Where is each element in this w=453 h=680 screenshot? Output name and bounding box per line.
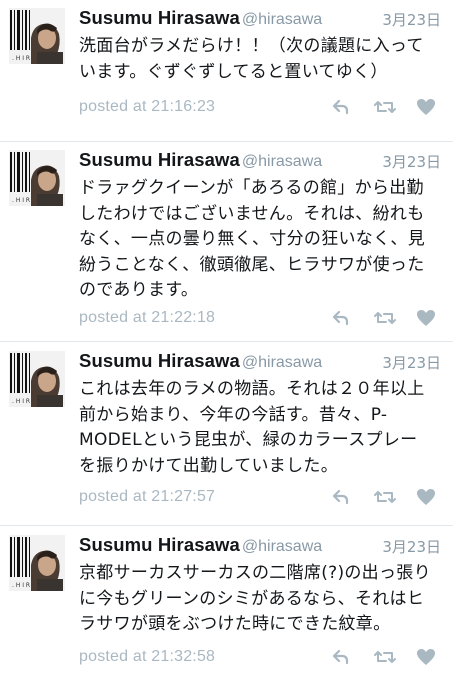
tweet[interactable]: . H I R Susumu Hirasawa @hirasawa 3月23日 こ… <box>0 343 453 525</box>
tweet-text: これは去年のラメの物語。それは２０年以上 前から始まり、今年の今話す。昔々、P- M… <box>79 377 447 479</box>
retweet-icon[interactable] <box>373 96 397 118</box>
posted-time: posted at 21:16:23 <box>79 98 216 115</box>
tweet-text-line: なく、一点の曇り無く、寸分の狂いなく、見 <box>79 229 425 249</box>
tweet-text-line: 洗面台がラメだらけ！！（次の議題に入って <box>79 36 424 56</box>
svg-text:. H I R: . H I R <box>12 398 30 405</box>
tweet-text-line: に今もグリーンのシミがあるなら、それはヒ <box>79 588 425 609</box>
tweet-text-line: 前から始まり、今年の今話す。昔々、P- <box>79 404 388 425</box>
tweet-footer: posted at 21:32:58 <box>79 646 441 670</box>
tweet[interactable]: . H I R Susumu Hirasawa @hirasawa 3月23日 ド… <box>0 142 453 341</box>
retweet-icon[interactable] <box>373 307 397 329</box>
reply-icon[interactable] <box>329 307 353 329</box>
tweet-text-line: います。ぐずぐずしてると置いてゆく） <box>79 61 388 82</box>
heart-icon[interactable] <box>414 646 438 668</box>
tweet-date[interactable]: 3月23日 <box>382 151 441 172</box>
tweet-text-line: を振りかけて出勤していました。 <box>79 455 338 476</box>
avatar[interactable]: . H I R <box>9 8 65 64</box>
tweet-date[interactable]: 3月23日 <box>382 352 441 373</box>
author-name[interactable]: Susumu Hirasawa <box>79 149 240 170</box>
author-name[interactable]: Susumu Hirasawa <box>79 350 240 371</box>
avatar[interactable]: . H I R <box>9 351 65 407</box>
tweet-text-line: 京都サーカスサーカスの二階席(?)の出っ張り <box>79 563 431 583</box>
reply-icon[interactable] <box>329 646 353 668</box>
tweet-header: Susumu Hirasawa @hirasawa 3月23日 <box>79 7 441 33</box>
tweet-text: 洗面台がラメだらけ！！（次の議題に入って います。ぐずぐずしてると置いてゆく） <box>79 34 447 85</box>
tweet-text-line: ラサワが頭をぶつけた時にできた紋章。 <box>79 614 391 634</box>
tweet-header: Susumu Hirasawa @hirasawa 3月23日 <box>79 149 441 175</box>
author-name[interactable]: Susumu Hirasawa <box>79 7 240 28</box>
tweet-separator <box>0 525 453 526</box>
svg-text:. H I R: . H I R <box>12 197 30 204</box>
author-handle[interactable]: @hirasawa <box>242 538 322 555</box>
tweet-text-line: MODELという昆虫が、緑のカラースプレー <box>79 430 418 450</box>
posted-time: posted at 21:27:57 <box>79 488 216 505</box>
author-handle[interactable]: @hirasawa <box>242 11 322 28</box>
tweet-footer: posted at 21:16:23 <box>79 96 441 120</box>
svg-text:. H I R: . H I R <box>12 582 30 589</box>
tweet[interactable]: . H I R Susumu Hirasawa @hirasawa 3月23日 京… <box>0 527 453 680</box>
tweet-footer: posted at 21:22:18 <box>79 307 441 331</box>
tweet-separator <box>0 341 453 342</box>
tweet-text-line: のであります。 <box>79 280 199 300</box>
heart-icon[interactable] <box>414 486 438 508</box>
tweet-text-line: 紛うことなく、徹頭徹尾、ヒラサワが使った <box>79 254 425 275</box>
tweet-date[interactable]: 3月23日 <box>382 536 441 557</box>
avatar[interactable]: . H I R <box>9 150 65 206</box>
reply-icon[interactable] <box>329 486 353 508</box>
heart-icon[interactable] <box>414 307 438 329</box>
author-handle[interactable]: @hirasawa <box>242 354 322 371</box>
retweet-icon[interactable] <box>373 486 397 508</box>
svg-text:. H I R: . H I R <box>12 55 30 62</box>
tweet-header: Susumu Hirasawa @hirasawa 3月23日 <box>79 534 441 560</box>
tweet-header: Susumu Hirasawa @hirasawa 3月23日 <box>79 350 441 376</box>
tweet-timeline: . H I R Susumu Hirasawa @hirasawa 3月23日 洗… <box>0 0 453 680</box>
tweet-text-line: ドラァグクイーンが「あろるの館」から出勤 <box>79 178 424 198</box>
tweet[interactable]: . H I R Susumu Hirasawa @hirasawa 3月23日 洗… <box>0 0 453 141</box>
reply-icon[interactable] <box>329 96 353 118</box>
avatar[interactable]: . H I R <box>9 535 65 591</box>
tweet-footer: posted at 21:27:57 <box>79 486 441 510</box>
tweet-text-line: したわけではございません。それは、紛れも <box>79 203 425 224</box>
author-name[interactable]: Susumu Hirasawa <box>79 534 240 555</box>
retweet-icon[interactable] <box>373 646 397 668</box>
tweet-text-line: これは去年のラメの物語。それは２０年以上 <box>79 379 425 399</box>
author-handle[interactable]: @hirasawa <box>242 153 322 170</box>
posted-time: posted at 21:22:18 <box>79 309 216 326</box>
posted-time: posted at 21:32:58 <box>79 648 216 665</box>
tweet-text: 京都サーカスサーカスの二階席(?)の出っ張り に今もグリーンのシミがあるなら、それ… <box>79 561 447 638</box>
tweet-text: ドラァグクイーンが「あろるの館」から出勤 したわけではございません。それは、紛れも… <box>79 176 447 304</box>
heart-icon[interactable] <box>414 96 438 118</box>
tweet-date[interactable]: 3月23日 <box>382 9 441 30</box>
